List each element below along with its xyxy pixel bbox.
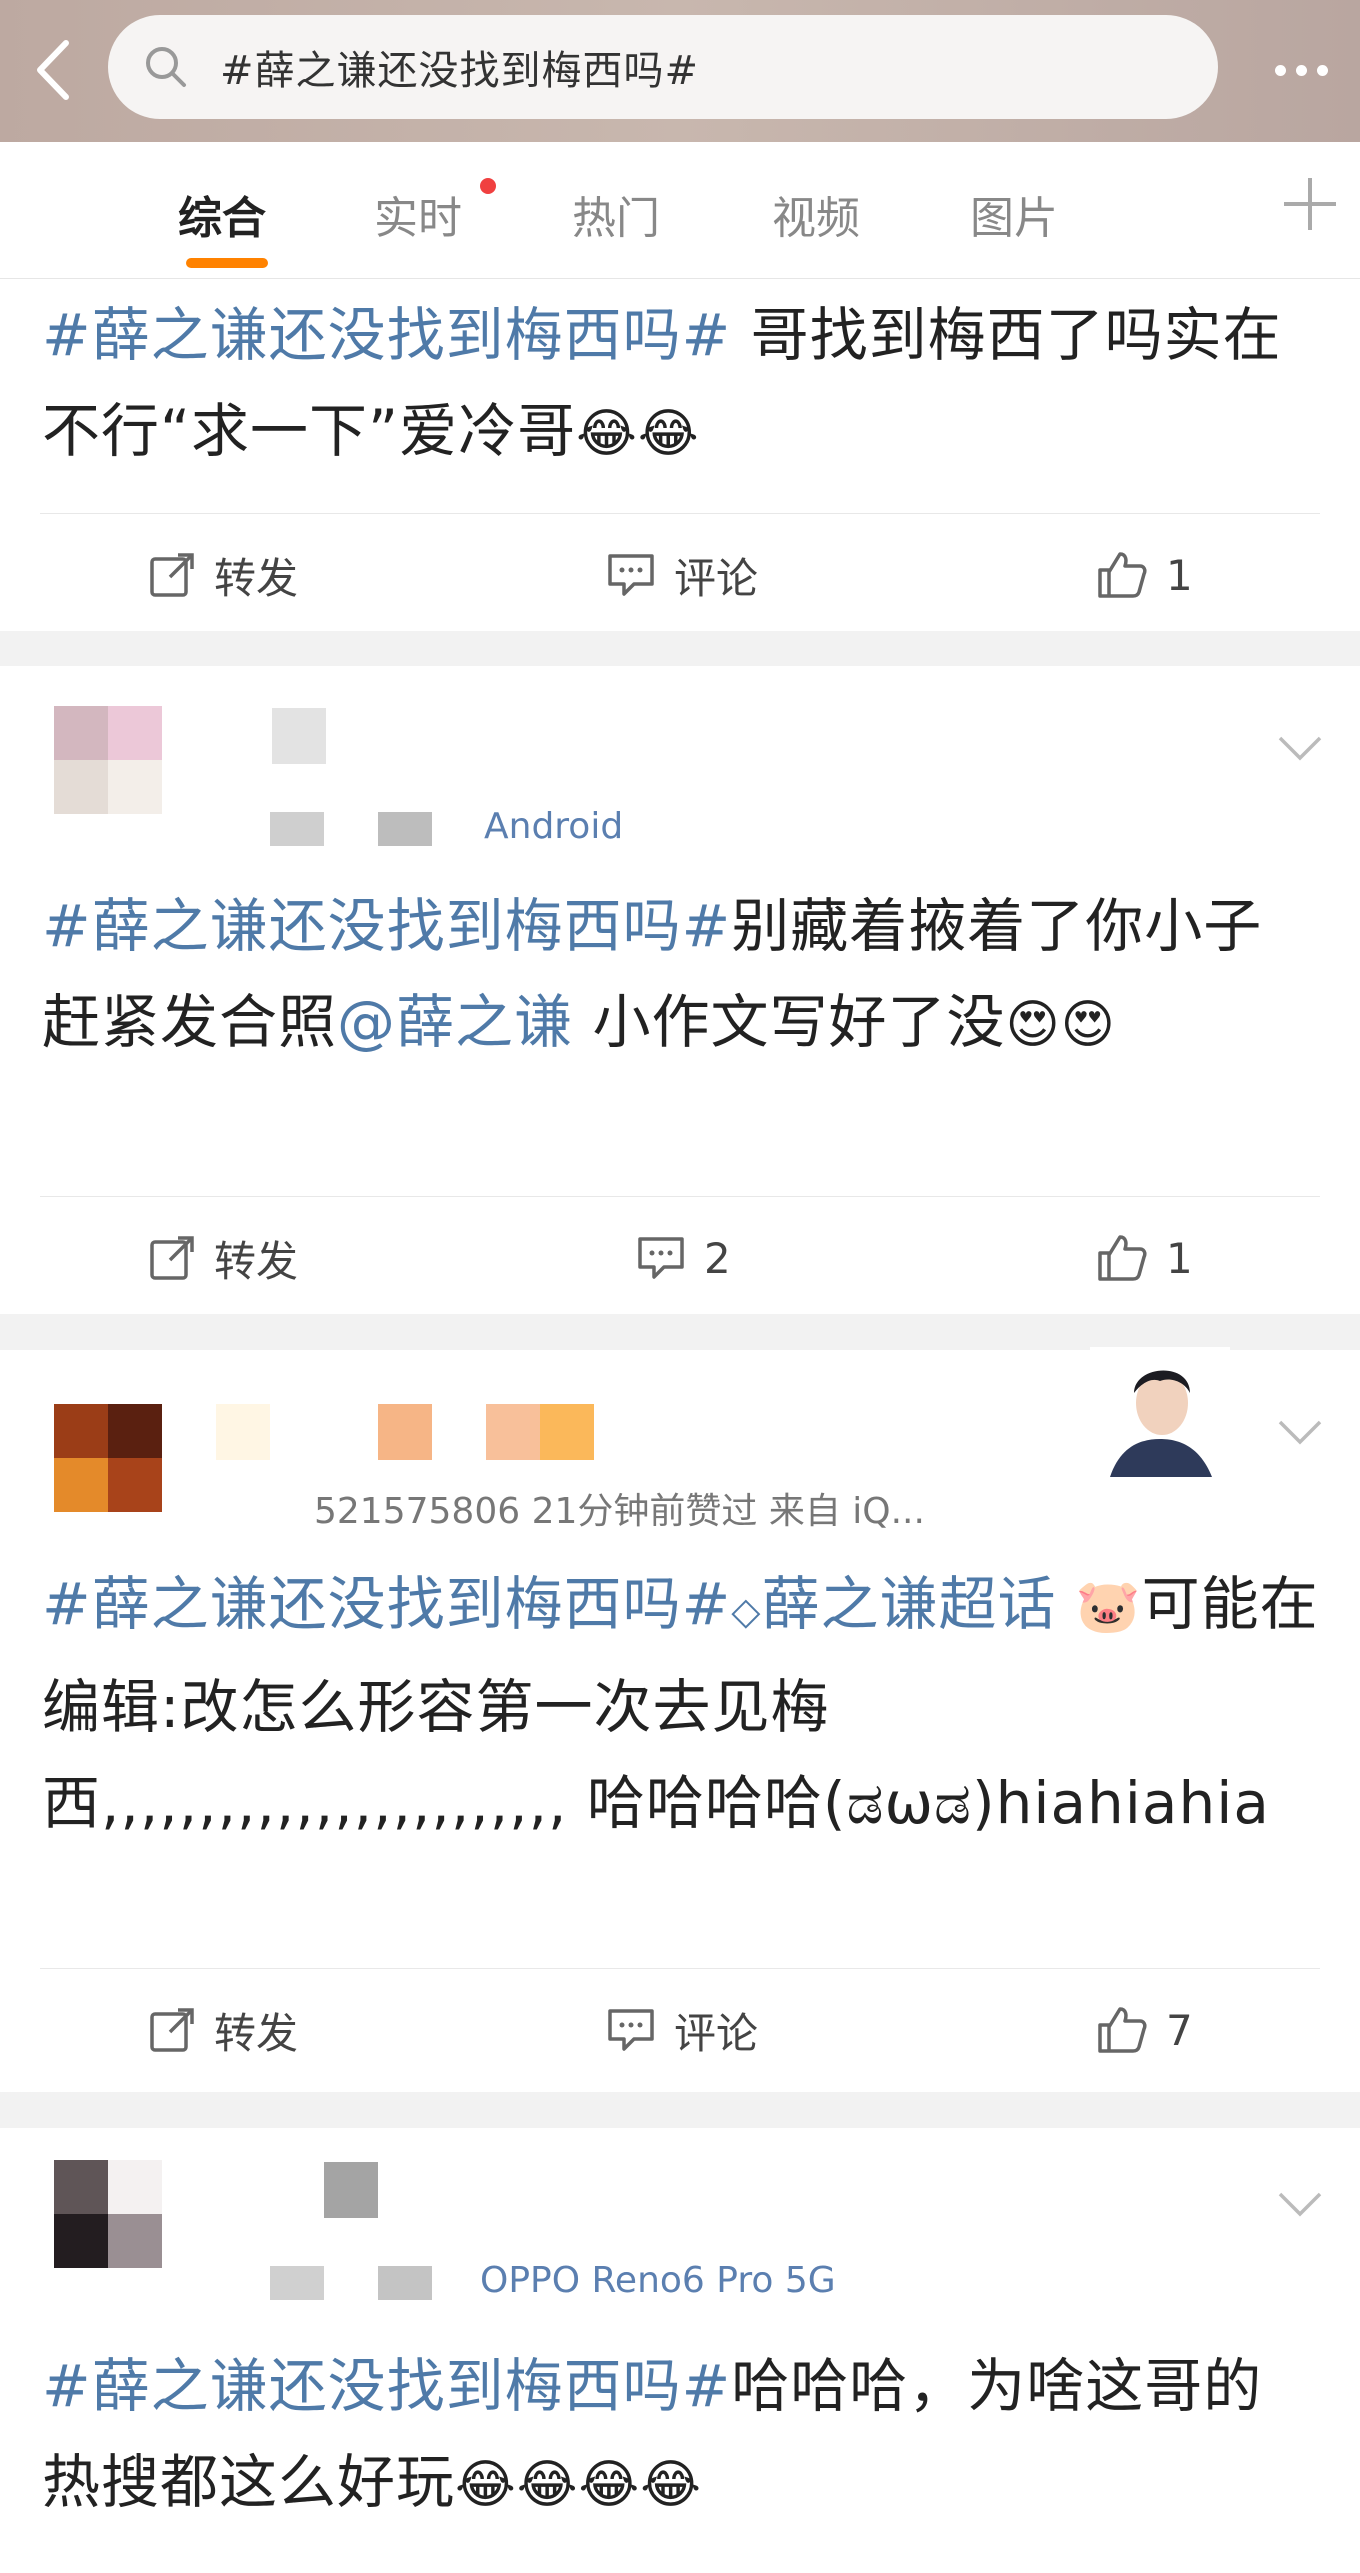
post-card: 521575806 21分钟前赞过 来自 iQ... #薛之谦还没找到梅西吗#◇… xyxy=(0,1347,1360,2092)
topic-link[interactable]: #薛之谦还没找到梅西吗# xyxy=(42,301,731,369)
action-bar: 转发 2 1 xyxy=(0,1208,1360,1308)
post-card: OPPO Reno6 Pro 5G #薛之谦还没找到梅西吗#哈哈哈，为啥这哥的热… xyxy=(0,2128,1360,2573)
top-bar: #薛之谦还没找到梅西吗# xyxy=(0,0,1360,142)
comment-label: 评论 xyxy=(674,553,759,603)
comment-icon xyxy=(608,2009,654,2051)
post-text: #薛之谦还没找到梅西吗#◇薛之谦超话 🐷可能在编辑:改怎么形容第一次去见梅西,,… xyxy=(42,1556,1320,1851)
repost-icon xyxy=(150,1236,194,1280)
action-bar: 转发 评论 7 xyxy=(0,1980,1360,2080)
tab-bar: 综合 实时 热门 视频 图片 xyxy=(0,142,1360,279)
more-options-button[interactable] xyxy=(1256,40,1346,100)
active-tab-indicator xyxy=(186,258,268,268)
repost-label: 转发 xyxy=(214,553,299,603)
meta-blurred xyxy=(378,812,432,846)
topic-link[interactable]: #薛之谦还没找到梅西吗# xyxy=(42,1570,731,1638)
repost-button[interactable]: 转发 xyxy=(148,1208,298,1308)
search-icon xyxy=(144,43,192,91)
avatar[interactable] xyxy=(54,706,162,814)
action-bar: 转发 评论 1 xyxy=(0,525,1360,625)
username-blurred[interactable] xyxy=(486,1404,540,1460)
comment-button[interactable]: 2 xyxy=(636,1208,731,1308)
more-dot-icon xyxy=(1274,64,1286,76)
username-blurred[interactable] xyxy=(540,1404,594,1460)
new-indicator-dot xyxy=(480,178,496,194)
liked-by-photo xyxy=(1090,1347,1230,1477)
post-meta: 521575806 21分钟前赞过 来自 iQ... xyxy=(314,1491,925,1532)
meta-blurred xyxy=(270,2266,324,2300)
post-text: #薛之谦还没找到梅西吗#别藏着掖着了你小子赶紧发合照@薛之谦 小作文写好了没😍😍 xyxy=(42,878,1320,1073)
repost-icon xyxy=(150,2008,194,2052)
repost-label: 转发 xyxy=(214,2008,299,2058)
chevron-down-icon[interactable] xyxy=(1276,1418,1324,1448)
comment-button[interactable]: 评论 xyxy=(606,525,758,625)
like-button[interactable]: 1 xyxy=(1096,525,1193,625)
divider xyxy=(40,1196,1320,1197)
post-source-device: OPPO Reno6 Pro 5G xyxy=(480,2260,836,2301)
comment-count: 2 xyxy=(704,1233,731,1283)
comment-icon xyxy=(638,1237,684,1279)
emoji: 😍😍 xyxy=(1005,995,1116,1055)
thumbs-up-icon xyxy=(1098,1235,1147,1281)
username-blurred[interactable] xyxy=(324,2162,378,2218)
search-query[interactable]: #薛之谦还没找到梅西吗# xyxy=(220,38,699,96)
thumbs-up-icon xyxy=(1098,552,1147,598)
tab-video[interactable]: 视频 xyxy=(772,182,860,246)
tab-comprehensive[interactable]: 综合 xyxy=(178,182,266,246)
post-card: Android #薛之谦还没找到梅西吗#别藏着掖着了你小子赶紧发合照@薛之谦 小… xyxy=(0,666,1360,1314)
repost-label: 转发 xyxy=(214,1236,299,1286)
tab-realtime[interactable]: 实时 xyxy=(374,182,462,246)
like-button[interactable]: 1 xyxy=(1096,1208,1193,1308)
like-button[interactable]: 7 xyxy=(1096,1980,1193,2080)
username-blurred[interactable] xyxy=(378,1404,432,1460)
post-text: #薛之谦还没找到梅西吗# 哥找到梅西了吗实在不行“求一下”爱冷哥😂😂 xyxy=(42,287,1320,482)
back-arrow-icon xyxy=(37,40,69,100)
post-card: #薛之谦还没找到梅西吗# 哥找到梅西了吗实在不行“求一下”爱冷哥😂😂 转发 评论… xyxy=(0,279,1360,631)
chevron-down-icon[interactable] xyxy=(1276,2190,1324,2220)
like-count: 1 xyxy=(1166,550,1193,600)
comment-icon xyxy=(608,554,654,596)
post-source-device: Android xyxy=(484,806,624,847)
post-source: OPPO Reno6 Pro 5G xyxy=(480,2260,836,2301)
tab-images[interactable]: 图片 xyxy=(970,182,1058,246)
divider xyxy=(40,513,1320,514)
post-body-continued: 小作文写好了没 xyxy=(573,988,1006,1056)
avatar[interactable] xyxy=(54,1404,162,1512)
thumbs-up-icon xyxy=(1098,2007,1147,2053)
username-blurred[interactable] xyxy=(216,1404,270,1460)
avatar[interactable] xyxy=(54,2160,162,2268)
repost-icon xyxy=(150,553,194,597)
search-box[interactable]: #薛之谦还没找到梅西吗# xyxy=(108,15,1218,119)
topic-link[interactable]: #薛之谦还没找到梅西吗# xyxy=(42,892,731,960)
more-dot-icon xyxy=(1295,64,1307,76)
post-source: Android xyxy=(484,806,623,847)
tab-hot[interactable]: 热门 xyxy=(572,182,660,246)
super-topic-link[interactable]: 薛之谦超话 xyxy=(761,1570,1056,1638)
repost-button[interactable]: 转发 xyxy=(148,525,298,625)
comment-label: 评论 xyxy=(674,2008,759,2058)
diamond-icon: ◇ xyxy=(731,1589,762,1633)
divider xyxy=(40,1968,1320,1969)
post-text: #薛之谦还没找到梅西吗#哈哈哈，为啥这哥的热搜都这么好玩😂😂😂😂 xyxy=(42,2338,1320,2533)
emoji: 😂😂 xyxy=(576,404,700,464)
comment-button[interactable]: 评论 xyxy=(606,1980,758,2080)
meta-blurred xyxy=(270,812,324,846)
emoji: 😂😂😂😂 xyxy=(455,2455,703,2515)
pig-emoji: 🐷 xyxy=(1075,1577,1142,1637)
back-button[interactable] xyxy=(22,30,82,110)
more-dot-icon xyxy=(1316,64,1328,76)
chevron-down-icon[interactable] xyxy=(1276,734,1324,764)
username-blurred[interactable] xyxy=(272,708,326,764)
like-count: 7 xyxy=(1166,2005,1193,2055)
meta-blurred xyxy=(378,2266,432,2300)
like-count: 1 xyxy=(1166,1233,1193,1283)
repost-button[interactable]: 转发 xyxy=(148,1980,298,2080)
topic-link[interactable]: #薛之谦还没找到梅西吗# xyxy=(42,2352,731,2420)
add-tab-icon[interactable] xyxy=(1284,178,1336,230)
mention-link[interactable]: @薛之谦 xyxy=(337,988,573,1056)
